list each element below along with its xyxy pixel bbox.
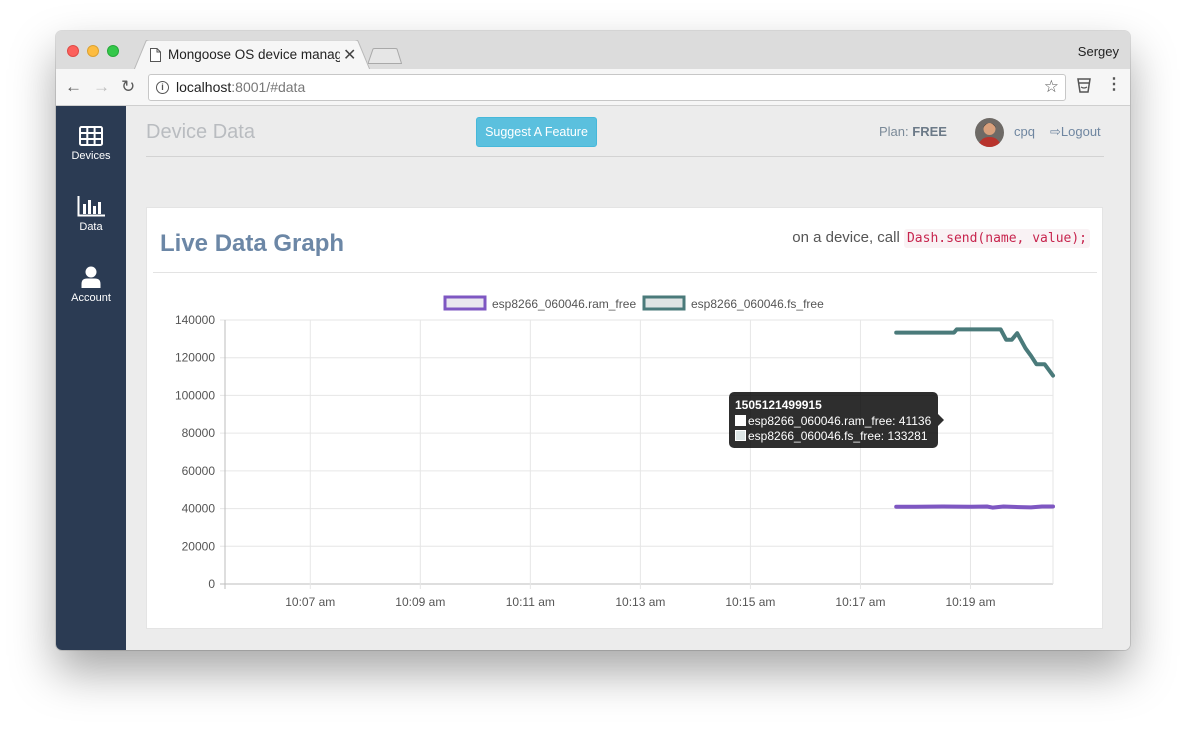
username-link[interactable]: cpq (1014, 124, 1035, 139)
reload-icon[interactable]: ↻ (121, 77, 135, 97)
y-tick-label: 20000 (182, 539, 216, 553)
y-tick-label: 80000 (182, 426, 216, 440)
y-tick-label: 60000 (182, 464, 216, 478)
sidebar-item-label: Devices (71, 150, 111, 162)
sidebar-item-data[interactable]: Data (56, 196, 126, 233)
logout-icon: ⇨ (1050, 124, 1061, 139)
url-text[interactable]: localhost:8001/#data (176, 79, 305, 95)
bar-chart-icon (56, 196, 126, 217)
close-tab-icon[interactable]: ✕ (343, 45, 356, 65)
x-tick-label: 10:17 am (835, 595, 885, 609)
legend-label: esp8266_060046.fs_free (691, 297, 824, 311)
live-data-chart[interactable]: 0 20000 40000 60000 80000 100000 120000 140000 1… (147, 208, 1104, 630)
title-bar: Mongoose OS device management ✕ Sergey (56, 31, 1130, 70)
logout-link[interactable]: ⇨Logout (1050, 124, 1101, 140)
tooltip-swatch (735, 415, 746, 426)
plan-value: FREE (912, 124, 947, 139)
tooltip-title: 1505121499915 (735, 398, 822, 412)
bookmark-star-icon[interactable]: ☆ (1044, 77, 1059, 97)
info-icon[interactable]: i (156, 81, 169, 94)
x-tick-label: 10:11 am (506, 595, 555, 609)
address-bar[interactable]: i localhost:8001/#data ☆ (148, 74, 1066, 101)
browser-toolbar: ← → ↻ i localhost:8001/#data ☆ ⋮ (56, 69, 1130, 106)
tooltip-row-text: esp8266_060046.fs_free: 133281 (748, 429, 928, 443)
close-window-button[interactable] (67, 45, 79, 57)
chart-tooltip: 1505121499915 esp8266_060046.ram_free: 4… (729, 392, 944, 448)
browser-tab[interactable]: Mongoose OS device management ✕ (134, 40, 370, 70)
series-line (894, 327, 1055, 378)
sidebar-item-account[interactable]: Account (56, 266, 126, 304)
extension-cup-icon[interactable] (1077, 77, 1091, 98)
x-tick-label: 10:15 am (725, 595, 775, 609)
url-path: :8001/#data (231, 79, 306, 95)
sidebar-item-devices[interactable]: Devices (56, 126, 126, 162)
maximize-window-button[interactable] (107, 45, 119, 57)
y-tick-label: 0 (208, 577, 215, 591)
suggest-feature-button[interactable]: Suggest A Feature (476, 117, 597, 147)
y-tick-label: 40000 (182, 502, 216, 516)
tab-title: Mongoose OS device management (168, 47, 340, 62)
y-tick-label: 120000 (175, 351, 215, 365)
series-line (894, 504, 1055, 510)
page-title: Device Data (146, 121, 255, 143)
avatar[interactable] (975, 118, 1004, 147)
table-icon (56, 126, 126, 146)
y-tick-label: 100000 (175, 388, 215, 402)
tooltip-row-fs: esp8266_060046.fs_free: 133281 (735, 429, 932, 444)
tooltip-swatch (735, 430, 746, 441)
sidebar: Devices Data Account (56, 106, 126, 650)
plan-indicator: Plan: FREE (879, 124, 947, 139)
minimize-window-button[interactable] (87, 45, 99, 57)
y-tick-label: 140000 (175, 313, 215, 327)
legend-swatch (642, 295, 686, 311)
forward-arrow-icon[interactable]: → (93, 77, 110, 97)
sidebar-item-label: Account (71, 292, 111, 304)
back-arrow-icon[interactable]: ← (65, 77, 82, 97)
menu-dots-icon[interactable]: ⋮ (1106, 74, 1122, 94)
live-data-panel: Live Data Graph on a device, call Dash.s… (146, 207, 1103, 629)
plan-label: Plan: (879, 124, 909, 139)
legend-swatch (443, 295, 487, 311)
user-icon (56, 266, 126, 288)
x-tick-label: 10:13 am (615, 595, 665, 609)
header-divider (146, 156, 1104, 157)
sidebar-item-label: Data (79, 221, 103, 233)
new-tab-button[interactable] (367, 48, 403, 69)
x-tick-label: 10:19 am (945, 595, 995, 609)
browser-window: Mongoose OS device management ✕ Sergey ←… (56, 31, 1130, 650)
profile-name[interactable]: Sergey (1078, 44, 1119, 59)
logout-label: Logout (1060, 124, 1101, 139)
tooltip-row-ram: esp8266_060046.ram_free: 41136 (735, 414, 932, 429)
main-content: Device Data Suggest A Feature Plan: FREE… (126, 106, 1130, 650)
tooltip-row-text: esp8266_060046.ram_free: 41136 (748, 414, 932, 428)
x-tick-label: 10:07 am (285, 595, 335, 609)
legend-label: esp8266_060046.ram_free (492, 297, 636, 311)
x-tick-label: 10:09 am (395, 595, 445, 609)
url-host: localhost (176, 79, 232, 95)
document-icon (150, 48, 161, 67)
